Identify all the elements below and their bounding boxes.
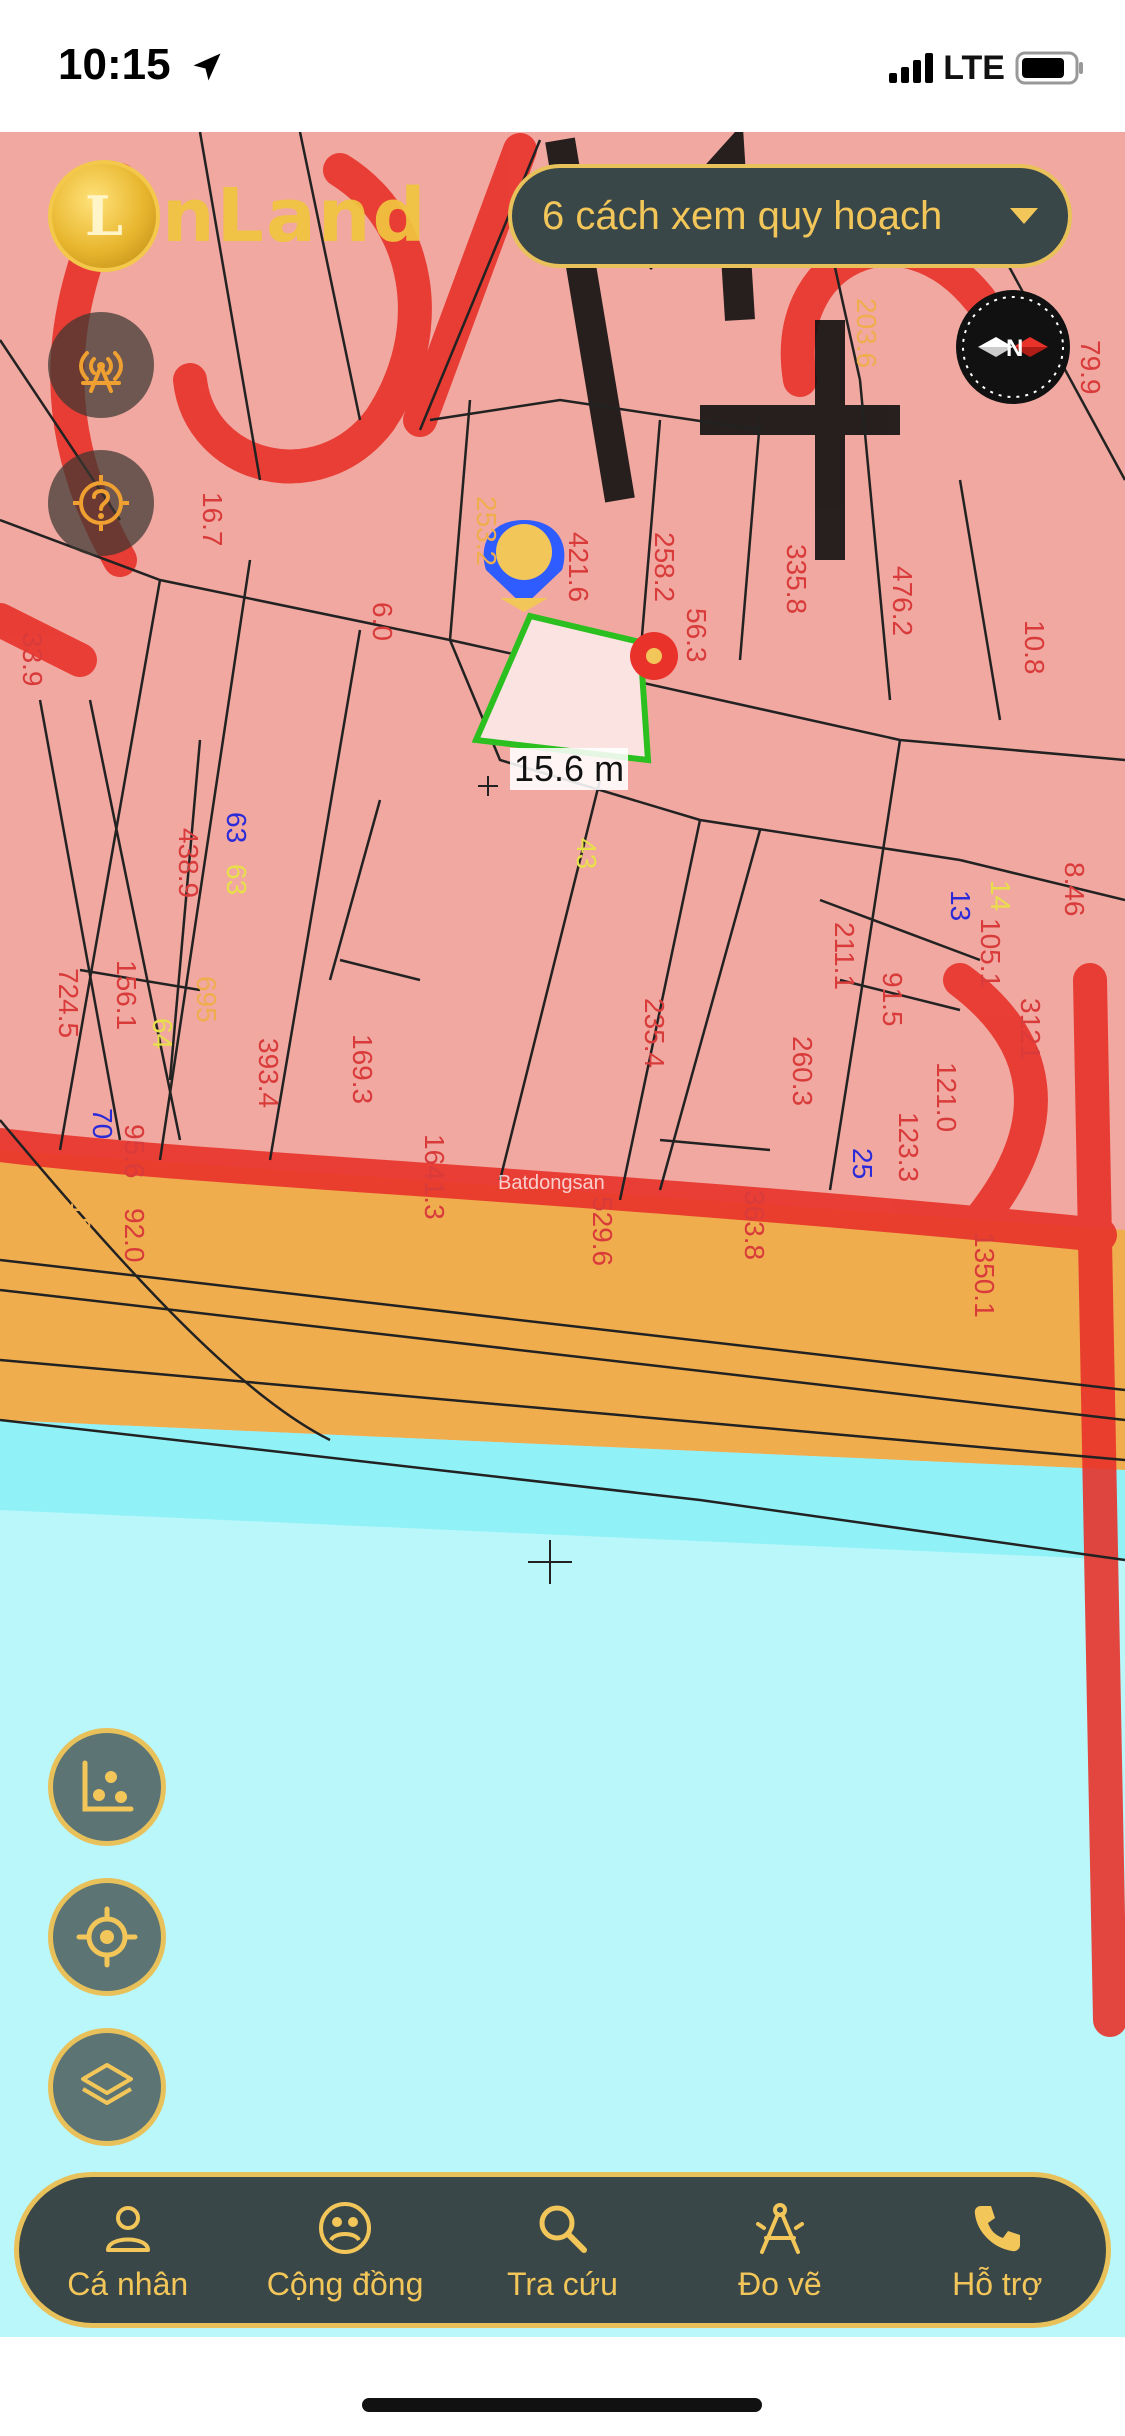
parcel-label: 695 xyxy=(191,976,222,1023)
parcel-label: 79.9 xyxy=(1075,340,1106,395)
layers-button[interactable] xyxy=(48,2028,166,2146)
compass-icon: N xyxy=(962,296,1064,398)
logo-text: nLand xyxy=(162,173,428,259)
phone-icon xyxy=(975,2205,1021,2251)
parcel-label: 16.7 xyxy=(197,492,228,547)
parcel-label: 1350.1 xyxy=(969,1232,1000,1318)
parcel-label: 14 xyxy=(985,880,1016,912)
plan-view-dropdown[interactable]: 6 cách xem quy hoạch xyxy=(508,164,1072,268)
parcel-label: 56.3 xyxy=(681,608,712,663)
parcel-label: 260.3 xyxy=(787,1036,818,1107)
map-canvas[interactable] xyxy=(0,132,1125,2337)
nav-item-lookup[interactable]: Tra cứu xyxy=(462,2198,662,2303)
bottom-navigation: Cá nhân Cộng đồng Tra cứu Đo vẽ Hỗ trợ xyxy=(14,2172,1111,2328)
parcel-label: 6.0 xyxy=(367,602,398,641)
parcel-label: 335.8 xyxy=(781,544,812,615)
nav-item-label: Hỗ trợ xyxy=(952,2265,1043,2302)
battery-icon xyxy=(1015,51,1083,85)
parcel-label: 33.9 xyxy=(17,632,48,687)
measure-icon xyxy=(755,2202,804,2254)
parcel-label: 3121 xyxy=(1015,998,1046,1061)
parcel-label: 438.9 xyxy=(173,828,204,899)
parcel-label: 70 xyxy=(87,1108,118,1140)
target-location-icon xyxy=(76,1906,138,1968)
signal-tower-button[interactable] xyxy=(48,312,154,418)
nav-item-label: Cộng đồng xyxy=(266,2265,424,2302)
nav-item-label: Cá nhân xyxy=(67,2265,189,2302)
parcel-label: 13 xyxy=(945,890,976,922)
plan-view-dropdown-label: 6 cách xem quy hoạch xyxy=(542,193,943,238)
nav-item-community[interactable]: Cộng đồng xyxy=(245,2198,445,2303)
signal-icon xyxy=(889,53,934,83)
nav-item-label: Đo vẽ xyxy=(738,2265,822,2302)
parcel-label: 211.1 xyxy=(829,922,860,990)
parcel-label: 118.5 xyxy=(65,1188,96,1256)
nav-item-personal[interactable]: Cá nhân xyxy=(28,2198,228,2303)
parcel-label: 63 xyxy=(221,864,252,896)
statistics-button[interactable] xyxy=(48,1728,166,1846)
chevron-down-icon xyxy=(1010,208,1038,224)
person-icon xyxy=(105,2205,150,2252)
parcel-label: 91.5 xyxy=(877,972,908,1027)
watermark: Batdongsan xyxy=(498,1172,605,1194)
search-icon xyxy=(539,2205,588,2253)
nav-item-measure[interactable]: Đo vẽ xyxy=(680,2198,880,2303)
parcel-label: 64 xyxy=(147,1018,178,1050)
parcel-label: 253.2 xyxy=(471,496,502,567)
parcel-label: 43 xyxy=(571,838,602,870)
parcel-label: 476.2 xyxy=(887,566,918,637)
parcel-label: 95.6 xyxy=(119,1124,150,1179)
map-view[interactable]: 16.7 33.9 6.0 253.2 421.6 258.2 56.3 335… xyxy=(0,132,1125,2337)
parcel-label: 92.0 xyxy=(119,1208,150,1263)
logo-coin-icon: L xyxy=(48,160,160,272)
parcel-label: 121.0 xyxy=(931,1062,962,1133)
parcel-label: 156.1 xyxy=(111,960,142,1031)
parcel-label: 169.3 xyxy=(347,1034,378,1105)
location-arrow-icon xyxy=(193,53,221,81)
help-button[interactable] xyxy=(48,450,154,556)
parcel-label: 203.6 xyxy=(851,298,882,369)
parcel-label: 363.8 xyxy=(739,1190,770,1261)
parcel-label: 123.3 xyxy=(893,1112,924,1183)
parcel-label: 529.6 xyxy=(587,1196,618,1267)
parcel-label: 8.46 xyxy=(1059,862,1090,917)
chart-bubbles-icon xyxy=(82,1760,134,1812)
nav-item-label: Tra cứu xyxy=(507,2265,618,2302)
layers-icon xyxy=(81,2063,133,2105)
parcel-label: 105.1 xyxy=(975,918,1006,989)
parcel-label: 1641.3 xyxy=(419,1134,450,1220)
home-indicator[interactable] xyxy=(362,2398,762,2412)
parcel-label: 63 xyxy=(221,812,252,844)
parcel-label: 25 xyxy=(847,1148,878,1180)
community-icon xyxy=(319,2201,372,2254)
parcel-label: 421.6 xyxy=(563,532,594,603)
parcel-label: 258.2 xyxy=(649,532,680,603)
signal-tower-icon xyxy=(79,351,123,393)
parcel-label: 393.4 xyxy=(253,1038,284,1109)
status-time: 10:15 xyxy=(58,40,225,90)
help-icon xyxy=(73,475,129,531)
svg-text:N: N xyxy=(1006,335,1023,362)
parcel-label: 10.8 xyxy=(1019,620,1050,675)
network-label: LTE xyxy=(943,48,1005,87)
compass-button[interactable]: N xyxy=(956,290,1070,404)
parcel-label: 235.4 xyxy=(639,998,670,1069)
app-logo: L nLand xyxy=(48,160,427,272)
parcel-label: 724.5 xyxy=(53,968,84,1039)
nav-item-support[interactable]: Hỗ trợ xyxy=(897,2198,1097,2303)
locate-me-button[interactable] xyxy=(48,1878,166,1996)
measure-label: 15.6 m xyxy=(510,748,629,790)
status-bar: 10:15 LTE xyxy=(0,0,1125,132)
status-indicators: LTE xyxy=(889,46,1085,90)
